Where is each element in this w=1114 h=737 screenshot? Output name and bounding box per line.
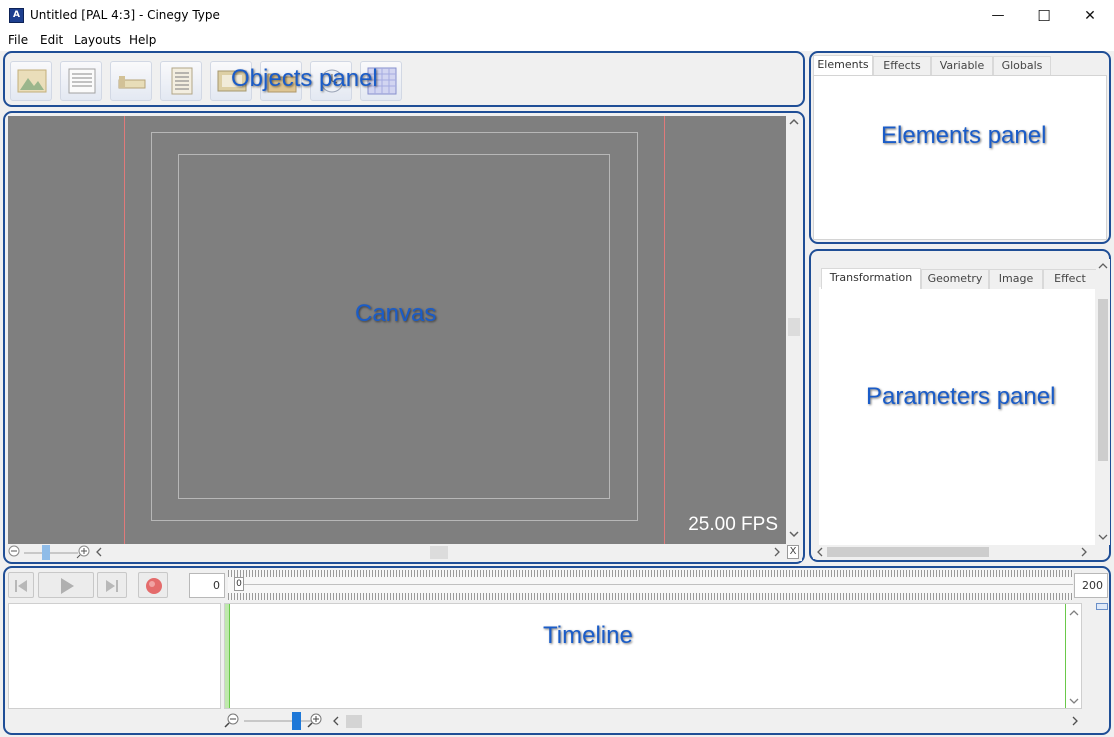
timeline-zoom-in-icon[interactable]	[307, 713, 323, 729]
fps-indicator: 25.00 FPS	[688, 514, 778, 535]
list-object-icon	[171, 67, 193, 95]
minimize-button[interactable]: —	[975, 0, 1021, 31]
scroll-right-arrow[interactable]	[1070, 716, 1080, 726]
parameters-vertical-thumb[interactable]	[1098, 299, 1108, 461]
timeline-track-list[interactable]	[8, 603, 221, 709]
menu-file[interactable]: File	[8, 33, 28, 47]
timeline-ruler[interactable]: 0	[228, 570, 1073, 600]
canvas-bottom-bar: X	[8, 544, 802, 561]
scroll-down-arrow[interactable]	[1069, 696, 1079, 706]
scroll-down-arrow[interactable]	[786, 528, 802, 543]
canvas-label: Canvas	[355, 300, 437, 327]
timeline-label: Timeline	[543, 622, 633, 649]
playhead-line	[229, 604, 230, 708]
scroll-down-arrow[interactable]	[1098, 532, 1108, 542]
tab-transformation[interactable]: Transformation	[821, 268, 921, 289]
timeline-zoom-track[interactable]	[244, 720, 314, 722]
parameters-horizontal-scrollbar[interactable]	[813, 545, 1096, 559]
parameters-content[interactable]	[819, 287, 1095, 545]
record-icon	[146, 578, 162, 594]
go-to-end-button[interactable]	[97, 572, 127, 598]
image-object-button[interactable]	[10, 61, 52, 101]
record-button[interactable]	[138, 572, 168, 598]
scroll-right-arrow[interactable]	[772, 547, 782, 557]
end-marker-line	[1065, 604, 1066, 708]
scroll-left-arrow[interactable]	[815, 547, 825, 557]
scroll-right-arrow[interactable]	[1079, 547, 1089, 557]
line-object-icon	[118, 76, 146, 89]
timeline-horizontal-thumb[interactable]	[346, 715, 362, 728]
play-button[interactable]	[38, 572, 94, 598]
close-button[interactable]: ✕	[1067, 0, 1113, 31]
go-to-start-button[interactable]	[8, 572, 34, 598]
line-object-button[interactable]	[110, 61, 152, 101]
parameters-horizontal-thumb[interactable]	[827, 547, 989, 557]
elements-list[interactable]: Elements panel	[813, 75, 1107, 240]
scroll-left-arrow[interactable]	[94, 547, 104, 557]
menu-edit[interactable]: Edit	[40, 33, 63, 47]
tab-image[interactable]: Image	[989, 269, 1043, 289]
playhead-handle[interactable]: 0	[234, 577, 244, 591]
title-bar: A Untitled [PAL 4:3] - Cinegy Type — ☐ ✕	[0, 0, 1114, 31]
scroll-up-arrow[interactable]	[1098, 261, 1108, 271]
ruler-ticks-bottom	[228, 593, 1073, 600]
timeline-zoom-out-icon[interactable]	[224, 713, 240, 729]
canvas-vertical-scrollbar[interactable]	[786, 116, 802, 544]
tab-elements[interactable]: Elements	[813, 55, 873, 75]
canvas[interactable]: Canvas 25.00 FPS	[8, 116, 786, 544]
tab-geometry[interactable]: Geometry	[921, 269, 989, 289]
app-icon: A	[9, 8, 24, 23]
zoom-in-icon[interactable]	[76, 545, 90, 559]
canvas-horizontal-thumb[interactable]	[430, 546, 448, 559]
zoom-out-icon[interactable]	[8, 545, 22, 559]
canvas-zoom-track[interactable]	[24, 552, 78, 554]
tab-effects[interactable]: Effects	[873, 56, 931, 75]
scroll-up-arrow[interactable]	[1069, 608, 1079, 618]
elements-panel-label: Elements panel	[881, 122, 1047, 149]
play-icon	[61, 578, 74, 594]
menu-layouts[interactable]: Layouts	[74, 33, 121, 47]
text-object-icon	[68, 68, 96, 94]
tab-variable[interactable]: Variable	[931, 56, 993, 75]
timeline-track-area[interactable]: Timeline	[224, 603, 1082, 709]
canvas-vertical-thumb[interactable]	[788, 318, 800, 336]
ruler-track	[234, 584, 1073, 585]
menu-help[interactable]: Help	[129, 33, 156, 47]
end-frame-field[interactable]: 200	[1074, 573, 1108, 598]
close-canvas-button[interactable]: X	[787, 545, 799, 559]
maximize-button[interactable]: ☐	[1021, 0, 1067, 31]
objects-panel: Objects panel	[3, 51, 805, 107]
timeline-expand-button[interactable]	[1096, 603, 1108, 610]
text-object-button[interactable]	[60, 61, 102, 101]
objects-panel-label: Objects panel	[231, 65, 378, 92]
scroll-left-arrow[interactable]	[331, 716, 341, 726]
skip-back-icon	[15, 580, 27, 592]
app-window: A Untitled [PAL 4:3] - Cinegy Type — ☐ ✕…	[0, 0, 1114, 737]
timeline-bottom-bar	[224, 712, 1082, 730]
tab-effect[interactable]: Effect	[1043, 269, 1097, 289]
image-object-icon	[17, 69, 47, 93]
timeline-zoom-thumb[interactable]	[292, 712, 301, 730]
tab-globals[interactable]: Globals	[993, 56, 1051, 75]
window-title: Untitled [PAL 4:3] - Cinegy Type	[30, 8, 220, 22]
ruler-ticks-top	[228, 570, 1073, 577]
current-frame-field[interactable]: 0	[189, 573, 225, 598]
parameters-panel-label: Parameters panel	[866, 383, 1056, 410]
elements-panel: Elements Effects Variable Globals Elemen…	[809, 51, 1111, 244]
list-object-button[interactable]	[160, 61, 202, 101]
parameters-vertical-scrollbar[interactable]	[1096, 259, 1110, 545]
canvas-zoom-thumb[interactable]	[42, 545, 50, 560]
scroll-up-arrow[interactable]	[786, 116, 802, 131]
title-safe-guide-right	[664, 116, 665, 544]
parameters-panel: Transformation Geometry Image Effect Par…	[809, 249, 1111, 562]
title-safe-guide-left	[124, 116, 125, 544]
menu-bar: File Edit Layouts Help	[0, 31, 1114, 51]
skip-forward-icon	[106, 580, 118, 592]
